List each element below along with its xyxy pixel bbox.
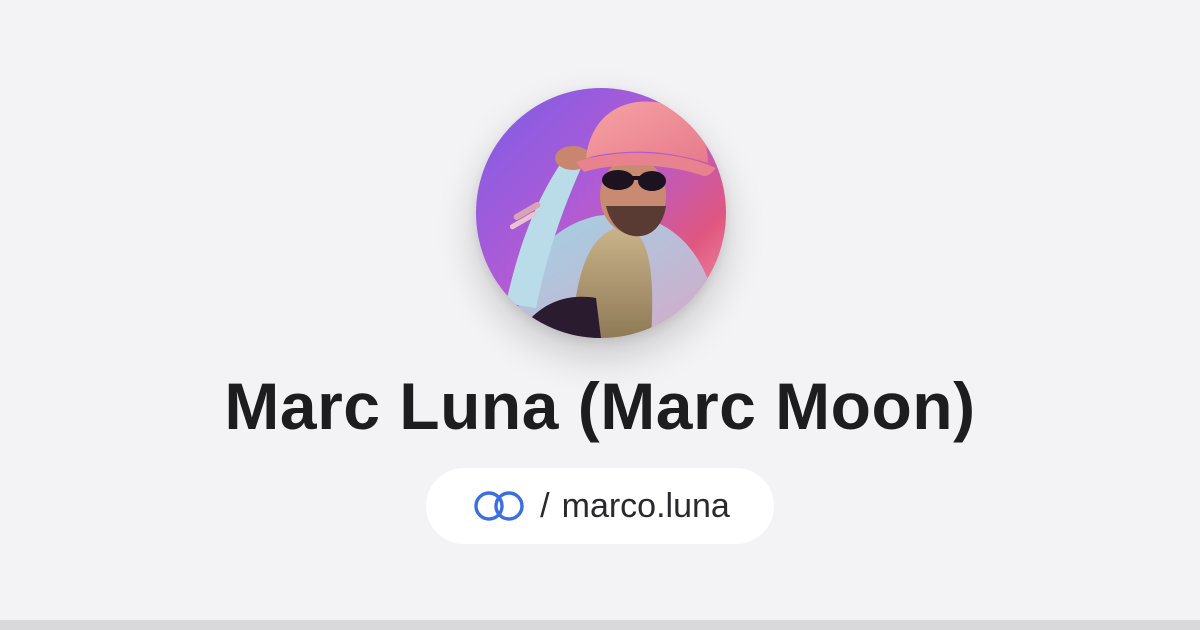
profile-handle-link[interactable]: / marco.luna xyxy=(426,468,774,544)
profile-name: Marc Luna (Marc Moon) xyxy=(224,369,976,443)
linked-rings-icon xyxy=(470,489,528,523)
bottom-divider-bar xyxy=(0,620,1200,630)
profile-photo xyxy=(476,88,726,338)
profile-card: Marc Luna (Marc Moon) / marco.luna xyxy=(0,0,1200,620)
handle-separator: / xyxy=(540,487,550,525)
handle-text: marco.luna xyxy=(561,487,730,525)
profile-avatar xyxy=(476,88,726,338)
